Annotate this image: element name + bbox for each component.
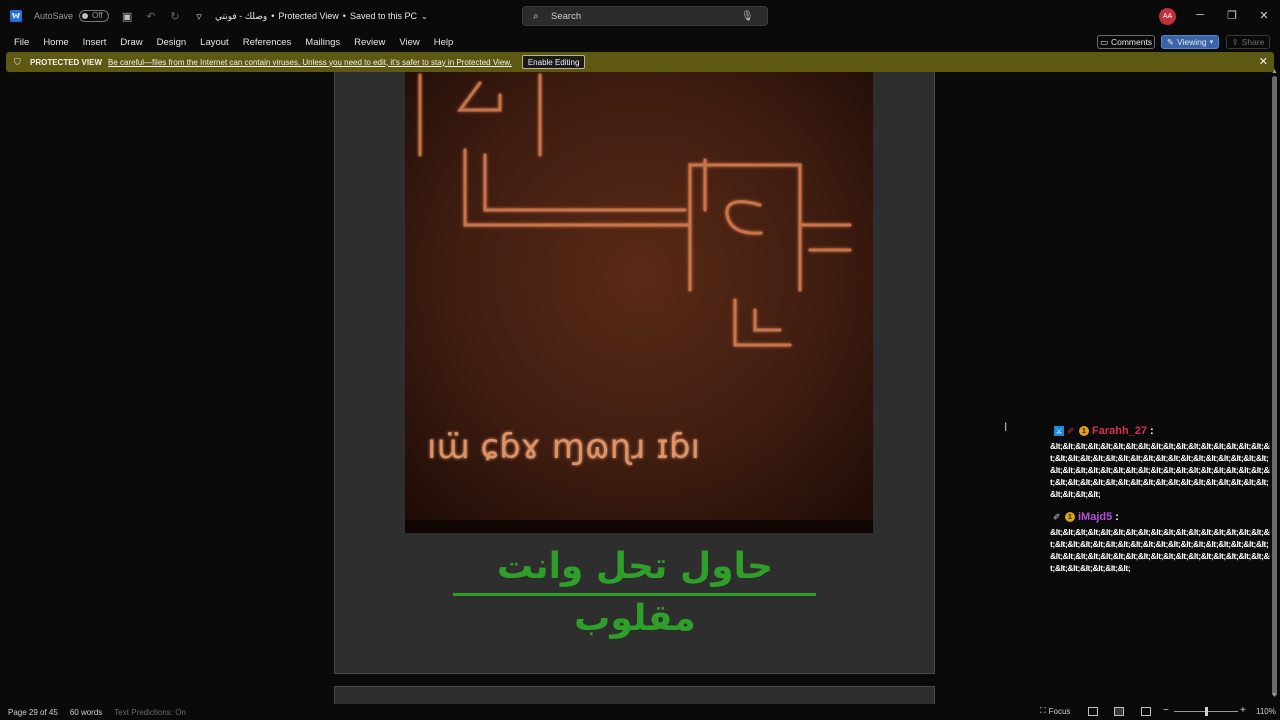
protected-view-message-link[interactable]: Be careful—files from the Internet can c… — [108, 58, 512, 67]
restore-icon[interactable]: ❐ — [1225, 8, 1239, 22]
subscriber-badge-icon: 1 — [1079, 426, 1089, 436]
focus-label: Focus — [1048, 706, 1071, 716]
microphone-icon[interactable]: 🎙︎ — [741, 11, 754, 22]
word-count[interactable]: 60 words — [70, 708, 102, 717]
chat-message-header: ⚔ ✐ 1 Farahh_27 : — [1050, 422, 1280, 440]
redo-icon[interactable]: ↻ — [169, 10, 181, 23]
next-page[interactable] — [334, 686, 935, 704]
search-box[interactable]: ⌕ 🎙︎ — [522, 6, 768, 26]
title-separator: • — [271, 11, 275, 21]
chat-message-header: ✐ 1 iMajd5 : — [1050, 508, 1280, 526]
tab-view[interactable]: View — [393, 37, 425, 48]
pencil-badge-icon: ✐ — [1053, 511, 1061, 522]
search-icon: ⌕ — [533, 11, 539, 22]
chat-colon: : — [1150, 425, 1154, 437]
moderator-badge-icon: ⚔ — [1054, 426, 1064, 436]
pencil-badge-icon: ✐ — [1067, 425, 1075, 436]
comments-label: Comments — [1110, 37, 1153, 47]
doc-mode: Protected View — [278, 11, 339, 21]
glowing-sign-image: ıɯ̈ ɕɓɤ ɱɷɳɹ ɪɓı — [405, 72, 873, 533]
tab-review[interactable]: Review — [348, 37, 391, 48]
tab-references[interactable]: References — [237, 37, 298, 48]
chevron-down-icon: ▾ — [1209, 39, 1214, 46]
chat-overlay: ⚔ ✐ 1 Farahh_27 : &lt;&lt;&lt;&lt;&lt;&l… — [1050, 422, 1280, 573]
print-layout-icon[interactable] — [1114, 707, 1124, 716]
zoom-level[interactable]: 110% — [1256, 707, 1276, 716]
status-bar: Page 29 of 45 60 words Text Predictions:… — [0, 704, 1280, 720]
tab-draw[interactable]: Draw — [114, 37, 148, 48]
scroll-down-icon[interactable]: ▼ — [1271, 692, 1278, 699]
share-label: Share — [1241, 37, 1265, 47]
comment-icon: ▭ — [1099, 36, 1108, 47]
close-icon[interactable]: ✕ — [1257, 8, 1271, 22]
close-icon[interactable]: ✕ — [1259, 55, 1268, 68]
tab-insert[interactable]: Insert — [77, 37, 113, 48]
word-logo-icon — [10, 10, 22, 22]
save-icon[interactable]: ▣ — [121, 10, 133, 23]
web-layout-icon[interactable] — [1141, 707, 1151, 716]
search-input[interactable] — [551, 10, 741, 22]
page-heading: حاول تحل وانت مقلوب — [496, 546, 774, 639]
tab-design[interactable]: Design — [151, 37, 193, 48]
doc-name: وصلك - فونتي — [215, 10, 268, 21]
tab-help[interactable]: Help — [428, 37, 460, 48]
document-title[interactable]: وصلك - فونتي • Protected View • Saved to… — [215, 11, 428, 22]
zoom-out-icon[interactable]: − — [1163, 705, 1169, 716]
autosave-toggle[interactable]: Off — [79, 10, 110, 22]
chat-username: iMajd5 — [1078, 511, 1113, 523]
shield-icon: ⛉ — [14, 57, 21, 67]
scrollbar-thumb[interactable] — [1272, 76, 1277, 696]
comments-button[interactable]: ▭ Comments — [1097, 35, 1155, 49]
share-icon: ⇪ — [1231, 36, 1239, 47]
protected-view-bar: ⛉ PROTECTED VIEW Be careful—files from t… — [6, 52, 1274, 72]
text-cursor-icon: I — [1004, 420, 1008, 434]
pencil-icon: ✎ — [1166, 36, 1174, 47]
chat-username: Farahh_27 — [1092, 425, 1148, 437]
viewing-label: Viewing — [1176, 37, 1207, 47]
autosave-label: AutoSave — [34, 11, 74, 21]
customize-toolbar-icon[interactable]: ▿ — [193, 10, 205, 23]
focus-button[interactable]: ⛶ Focus — [1040, 706, 1070, 716]
chat-message-text: &lt;&lt;&lt;&lt;&lt;&lt;&lt;&lt;&lt;&lt;… — [1050, 527, 1272, 573]
enable-editing-button[interactable]: Enable Editing — [521, 55, 586, 69]
chat-message-text: &lt;&lt;&lt;&lt;&lt;&lt;&lt;&lt;&lt;&lt;… — [1050, 441, 1272, 499]
glowing-text: ıɯ̈ ɕɓɤ ɱɷɳɹ ɪɓı — [427, 427, 700, 467]
chat-colon: : — [1115, 511, 1119, 523]
ribbon-tabs: File Home Insert Draw Design Layout Refe… — [0, 32, 1280, 52]
doc-saved-status: Saved to this PC — [349, 11, 417, 21]
share-button[interactable]: ⇪ Share — [1226, 35, 1270, 49]
minimize-icon[interactable]: ─ — [1193, 8, 1207, 22]
document-canvas[interactable]: ıɯ̈ ɕɓɤ ɱɷɳɹ ɪɓı حاول تحل وانت مقلوب — [0, 72, 1270, 704]
title-separator: • — [342, 11, 346, 21]
text-predictions-status[interactable]: Text Predictions: On — [114, 708, 186, 717]
viewing-mode-button[interactable]: ✎ Viewing ▾ — [1161, 35, 1219, 49]
focus-icon: ⛶ — [1040, 706, 1046, 715]
heading-underline — [453, 593, 816, 596]
autosave-state: Off — [92, 11, 103, 20]
zoom-in-icon[interactable]: + — [1240, 705, 1246, 716]
page-count[interactable]: Page 29 of 45 — [8, 708, 58, 717]
scroll-up-icon[interactable]: ▲ — [1271, 68, 1278, 75]
zoom-slider-knob[interactable] — [1205, 707, 1208, 716]
tab-home[interactable]: Home — [37, 37, 74, 48]
undo-icon[interactable]: ↶ — [145, 10, 157, 23]
tab-mailings[interactable]: Mailings — [299, 37, 346, 48]
read-mode-icon[interactable] — [1088, 707, 1098, 716]
vertical-scrollbar[interactable]: ▲ ▼ — [1270, 68, 1280, 704]
subscriber-badge-icon: 1 — [1065, 512, 1075, 522]
tab-layout[interactable]: Layout — [194, 37, 235, 48]
document-page[interactable]: ıɯ̈ ɕɓɤ ɱɷɳɹ ɪɓı حاول تحل وانت مقلوب — [334, 72, 935, 674]
tab-file[interactable]: File — [8, 37, 35, 48]
avatar[interactable]: AA — [1159, 8, 1176, 25]
zoom-slider[interactable] — [1174, 707, 1238, 716]
inserted-photo[interactable]: ıɯ̈ ɕɓɤ ɱɷɳɹ ɪɓı — [405, 72, 873, 533]
protected-view-title: PROTECTED VIEW — [30, 57, 103, 67]
chevron-down-icon: ⌄ — [421, 11, 428, 21]
